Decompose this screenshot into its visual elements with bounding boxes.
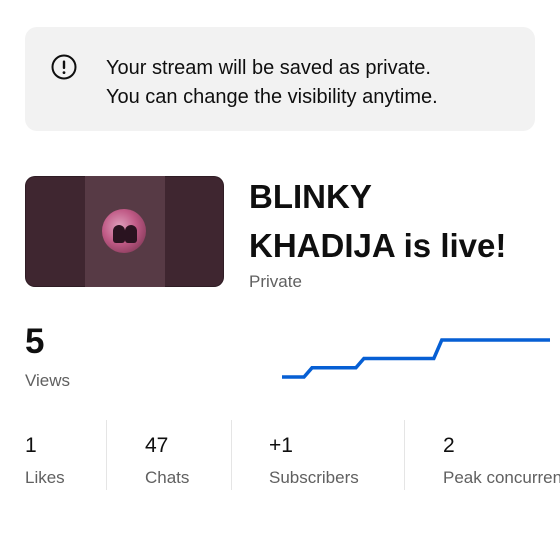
stream-title-line-2: KHADIJA is live! bbox=[249, 227, 507, 264]
info-circle-icon bbox=[51, 54, 77, 80]
views-trend-chart bbox=[282, 338, 550, 379]
views-count: 5 bbox=[25, 322, 45, 361]
likes-value: 1 bbox=[25, 434, 37, 457]
stats-row: 1 Likes 47 Chats +1 Subscribers 2 Peak c… bbox=[0, 420, 560, 490]
views-label: Views bbox=[25, 371, 71, 390]
views-trend-line bbox=[282, 338, 550, 379]
peak-concurrent-value: 2 bbox=[443, 434, 455, 457]
stats-divider bbox=[106, 420, 107, 490]
stream-title: BLINKY KHADIJA is live! bbox=[249, 172, 549, 270]
stats-divider bbox=[231, 420, 232, 490]
likes-label: Likes bbox=[25, 468, 65, 487]
notice-text: Your stream will be saved as private. Yo… bbox=[106, 54, 438, 112]
channel-avatar bbox=[102, 209, 146, 253]
stream-thumbnail[interactable] bbox=[25, 176, 224, 287]
chats-label: Chats bbox=[145, 468, 190, 487]
visibility-notice: Your stream will be saved as private. Yo… bbox=[25, 27, 535, 131]
notice-line-2: You can change the visibility anytime. bbox=[106, 86, 438, 108]
peak-concurrent-label: Peak concurrent bbox=[443, 468, 560, 487]
stream-title-line-1: BLINKY bbox=[249, 178, 372, 215]
subscribers-value: +1 bbox=[269, 434, 293, 457]
subscribers-label: Subscribers bbox=[269, 468, 359, 487]
avatar-figure-2 bbox=[125, 225, 137, 243]
chats-value: 47 bbox=[145, 434, 169, 457]
stats-divider bbox=[404, 420, 405, 490]
visibility-status: Private bbox=[249, 272, 302, 291]
notice-line-1: Your stream will be saved as private. bbox=[106, 57, 431, 79]
avatar-figure-1 bbox=[113, 225, 125, 243]
